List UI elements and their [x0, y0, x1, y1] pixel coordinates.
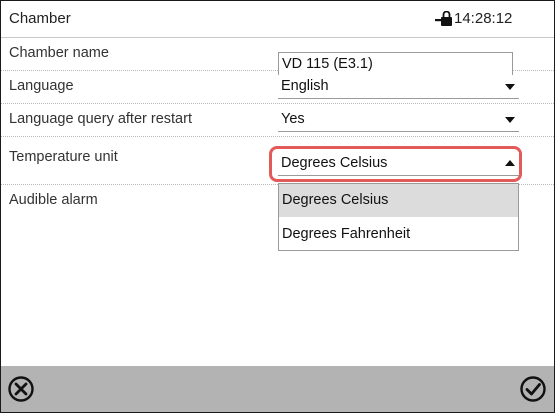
temperature-unit-value: Degrees Celsius — [281, 155, 388, 171]
option-label: Degrees Fahrenheit — [282, 226, 411, 242]
language-select[interactable]: English — [278, 75, 519, 99]
option-degrees-celsius[interactable]: Degrees Celsius — [279, 184, 518, 217]
language-query-select[interactable]: Yes — [278, 108, 519, 132]
confirm-icon[interactable] — [519, 375, 547, 403]
temperature-unit-label: Temperature unit — [9, 149, 118, 165]
cancel-icon[interactable] — [7, 375, 35, 403]
chamber-settings-window: Chamber 14:28:12 Chamber name VD 115 (E3… — [0, 0, 555, 413]
option-degrees-fahrenheit[interactable]: Degrees Fahrenheit — [279, 218, 518, 251]
language-query-value: Yes — [281, 111, 305, 127]
option-label: Degrees Celsius — [282, 192, 389, 208]
chamber-name-value: VD 115 (E3.1) — [282, 56, 373, 72]
row-chamber-name: Chamber name VD 115 (E3.1) — [1, 38, 554, 76]
lock-icon — [435, 10, 453, 27]
chevron-down-icon — [505, 117, 515, 123]
audible-alarm-label: Audible alarm — [9, 192, 98, 208]
temperature-unit-select[interactable]: Degrees Celsius — [278, 152, 519, 176]
footer-bar — [1, 366, 554, 412]
temperature-unit-dropdown: Degrees Celsius Degrees Fahrenheit — [278, 183, 519, 251]
language-label: Language — [9, 78, 74, 94]
chevron-down-icon — [505, 84, 515, 90]
header-bar: Chamber 14:28:12 — [1, 1, 554, 38]
chamber-name-label: Chamber name — [9, 45, 109, 61]
row-language-query: Language query after restart Yes — [1, 104, 554, 137]
chevron-up-icon — [505, 160, 515, 166]
language-value: English — [281, 78, 329, 94]
page-title: Chamber — [9, 10, 71, 27]
language-query-label: Language query after restart — [9, 111, 192, 127]
clock-time: 14:28:12 — [454, 10, 513, 27]
row-language: Language English — [1, 71, 554, 104]
